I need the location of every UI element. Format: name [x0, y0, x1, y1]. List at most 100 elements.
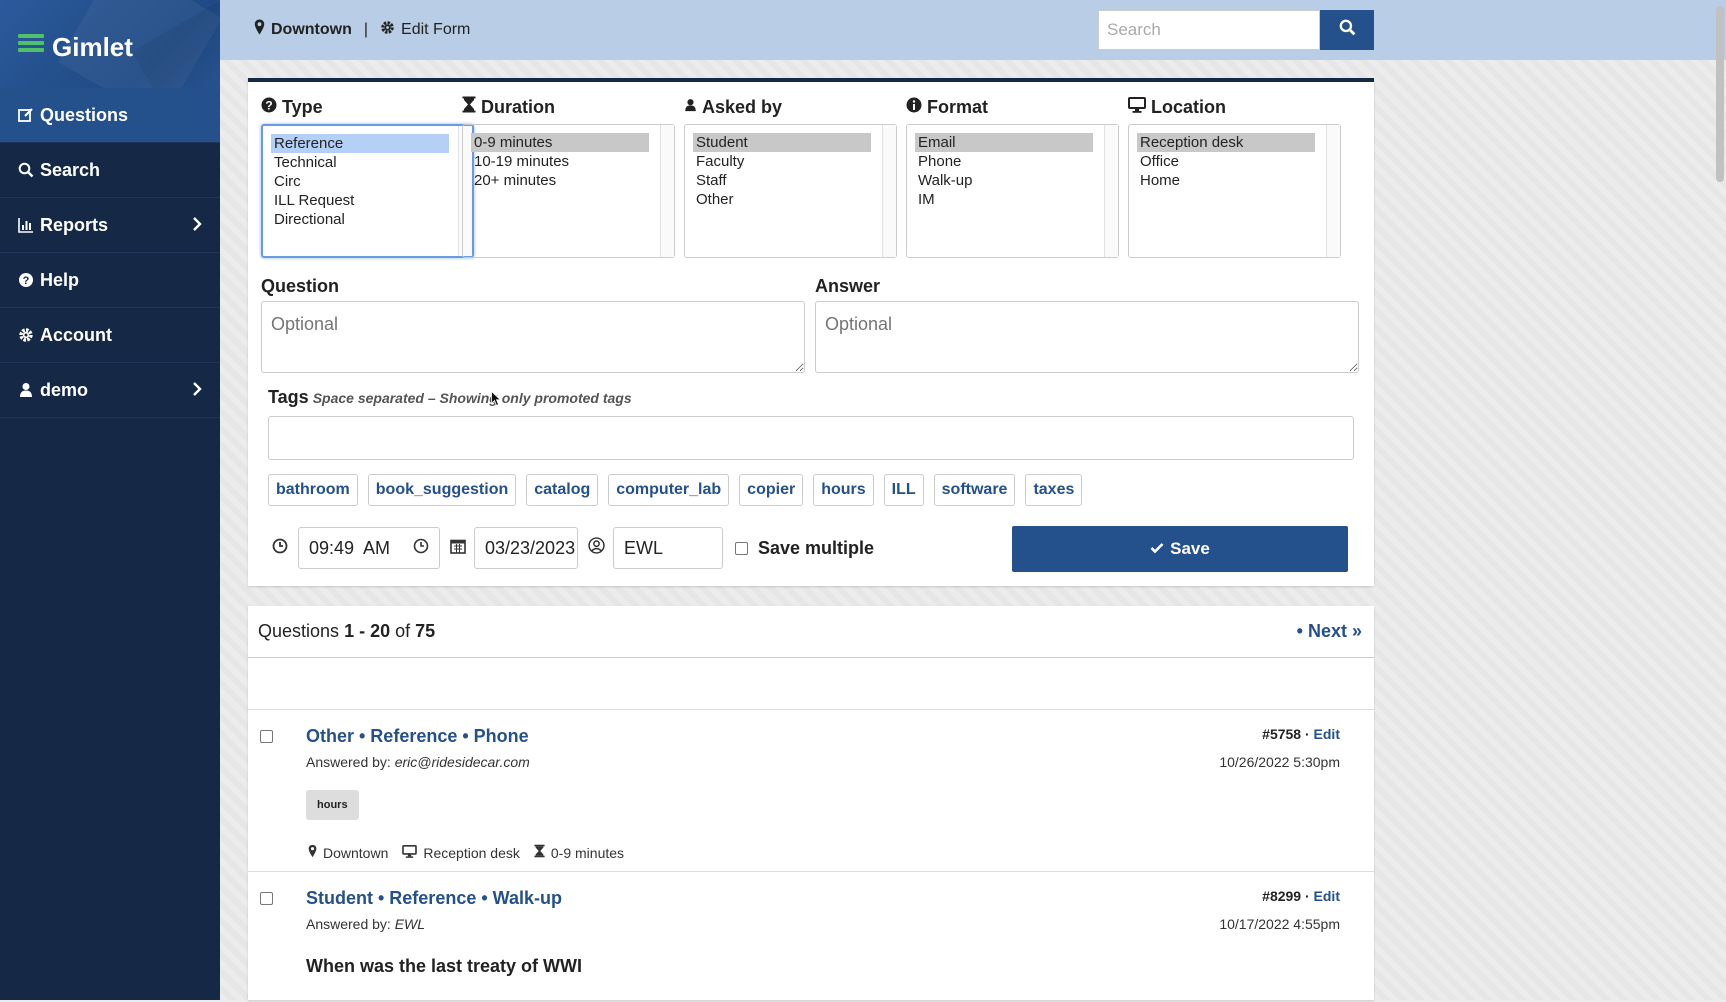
location-field: Location Reception desk Office Home	[1128, 96, 1341, 258]
entry-edit-link[interactable]: Edit	[1314, 726, 1340, 742]
sidebar-item-search[interactable]: Search	[0, 143, 220, 198]
asked-by-select[interactable]: Student Faculty Staff Other	[684, 124, 897, 258]
save-multiple-checkbox[interactable]	[735, 541, 748, 555]
tag-chip-ill[interactable]: ILL	[883, 474, 924, 506]
next-page-link[interactable]: • Next »	[1297, 621, 1362, 642]
search-button[interactable]	[1320, 10, 1374, 50]
type-option[interactable]: Circ	[271, 172, 449, 191]
tag-chip-taxes[interactable]: taxes	[1025, 474, 1083, 506]
location-option[interactable]: Reception desk	[1137, 133, 1315, 152]
duration-label: Duration	[462, 96, 675, 118]
search-input[interactable]	[1098, 10, 1320, 50]
answer-textarea[interactable]	[815, 301, 1359, 373]
tags-input[interactable]	[268, 416, 1354, 460]
bar-chart-icon	[18, 217, 40, 233]
tags-label: Tags Space separated – Showing only promo…	[268, 387, 632, 407]
sidebar-item-label: Questions	[40, 104, 129, 125]
tag-chip-computer-lab[interactable]: computer_lab	[608, 474, 730, 506]
format-option[interactable]: Email	[915, 133, 1093, 152]
sidebar-item-reports[interactable]: Reports	[0, 198, 220, 253]
breadcrumb-separator: |	[363, 20, 369, 38]
type-select[interactable]: Reference Technical Circ ILL Request Dir…	[261, 124, 474, 258]
entry-meta-row: 09:49 AM 03/23/2023 EWL Save multiple	[272, 526, 874, 570]
sidebar-item-label: Help	[40, 269, 80, 290]
listbox-scrollbar[interactable]	[1326, 125, 1340, 257]
initials-value: EWL	[624, 537, 664, 558]
gear-icon	[18, 327, 40, 343]
promoted-tags: bathroom book_suggestion catalog compute…	[268, 474, 1083, 506]
question-circle-icon: ?	[18, 272, 40, 288]
edit-icon	[18, 107, 40, 123]
sidebar-item-demo[interactable]: demo	[0, 363, 220, 418]
sidebar-item-label: demo	[40, 379, 89, 400]
duration-option[interactable]: 20+ minutes	[471, 171, 649, 190]
entry-id: #8299 · Edit	[1262, 888, 1340, 904]
format-select[interactable]: Email Phone Walk-up IM	[906, 124, 1119, 258]
tag-chip-book-suggestion[interactable]: book_suggestion	[367, 474, 517, 506]
sidebar: Gimlet Questions Search Reports ? Help A…	[0, 0, 220, 1000]
sidebar-item-help[interactable]: ? Help	[0, 253, 220, 308]
duration-option[interactable]: 10-19 minutes	[471, 152, 649, 171]
clock-icon	[272, 538, 288, 559]
entry-title-link[interactable]: Student • Reference • Walk-up	[306, 888, 562, 909]
sidebar-item-account[interactable]: Account	[0, 308, 220, 363]
type-field: ? Type Reference Technical Circ ILL Requ…	[261, 96, 474, 258]
clock-icon[interactable]	[413, 538, 429, 559]
entry-checkbox[interactable]	[260, 892, 273, 905]
edit-form-link[interactable]: Edit Form	[401, 21, 470, 39]
location-label: Location	[1128, 96, 1341, 118]
listbox-scrollbar[interactable]	[882, 125, 896, 257]
entry-date: 10/26/2022 5:30pm	[1219, 754, 1340, 770]
date-value: 03/23/2023	[485, 537, 576, 558]
location-option[interactable]: Office	[1137, 152, 1315, 171]
type-option[interactable]: Reference	[271, 134, 449, 153]
entry-tag[interactable]: hours	[306, 790, 359, 820]
mouse-cursor-icon	[491, 390, 502, 412]
hourglass-icon	[462, 96, 476, 118]
entry-title-link[interactable]: Other • Reference • Phone	[306, 726, 529, 747]
entry-checkbox[interactable]	[260, 730, 273, 743]
type-option[interactable]: Directional	[271, 210, 449, 229]
user-icon	[684, 97, 697, 118]
listbox-scrollbar[interactable]	[660, 125, 674, 257]
question-textarea[interactable]	[261, 301, 805, 373]
calendar-icon	[450, 538, 466, 559]
brand[interactable]: Gimlet	[0, 0, 220, 88]
initials-input[interactable]: EWL	[613, 527, 723, 569]
time-input[interactable]: 09:49 AM	[298, 527, 440, 569]
type-option[interactable]: Technical	[271, 153, 449, 172]
tag-chip-catalog[interactable]: catalog	[526, 474, 599, 506]
tag-chip-bathroom[interactable]: bathroom	[268, 474, 358, 506]
asked-by-option[interactable]: Other	[693, 190, 871, 209]
asked-by-option[interactable]: Staff	[693, 171, 871, 190]
date-input[interactable]: 03/23/2023	[474, 527, 578, 569]
chevron-right-icon	[192, 216, 202, 237]
format-option[interactable]: Phone	[915, 152, 1093, 171]
question-form: ? Type Reference Technical Circ ILL Requ…	[248, 78, 1374, 586]
asked-by-option[interactable]: Faculty	[693, 152, 871, 171]
sidebar-item-label: Reports	[40, 214, 109, 235]
duration-select[interactable]: 0-9 minutes 10-19 minutes 20+ minutes	[462, 124, 675, 258]
list-header: Questions 1 - 20 of 75 • Next »	[248, 606, 1374, 658]
duration-option[interactable]: 0-9 minutes	[471, 133, 649, 152]
tag-chip-copier[interactable]: copier	[739, 474, 804, 506]
format-option[interactable]: Walk-up	[915, 171, 1093, 190]
page-scrollbar[interactable]	[1716, 6, 1724, 182]
location-option[interactable]: Home	[1137, 171, 1315, 190]
format-label: Format	[906, 96, 1119, 118]
sidebar-item-questions[interactable]: Questions	[0, 88, 220, 143]
format-option[interactable]: IM	[915, 190, 1093, 209]
entry-edit-link[interactable]: Edit	[1314, 888, 1340, 904]
save-button[interactable]: Save	[1012, 526, 1348, 572]
type-option[interactable]: ILL Request	[271, 191, 449, 210]
location-select[interactable]: Reception desk Office Home	[1128, 124, 1341, 258]
user-circle-icon	[588, 537, 605, 559]
tag-chip-software[interactable]: software	[933, 474, 1016, 506]
sidebar-item-label: Account	[40, 324, 112, 345]
current-location-link[interactable]: Downtown	[271, 21, 352, 39]
listbox-scrollbar[interactable]	[1104, 125, 1118, 257]
tag-chip-hours[interactable]: hours	[813, 474, 874, 506]
tags-hint: Space separated – Showing only promoted …	[312, 390, 632, 406]
asked-by-option[interactable]: Student	[693, 133, 871, 152]
format-field: Format Email Phone Walk-up IM	[906, 96, 1119, 258]
